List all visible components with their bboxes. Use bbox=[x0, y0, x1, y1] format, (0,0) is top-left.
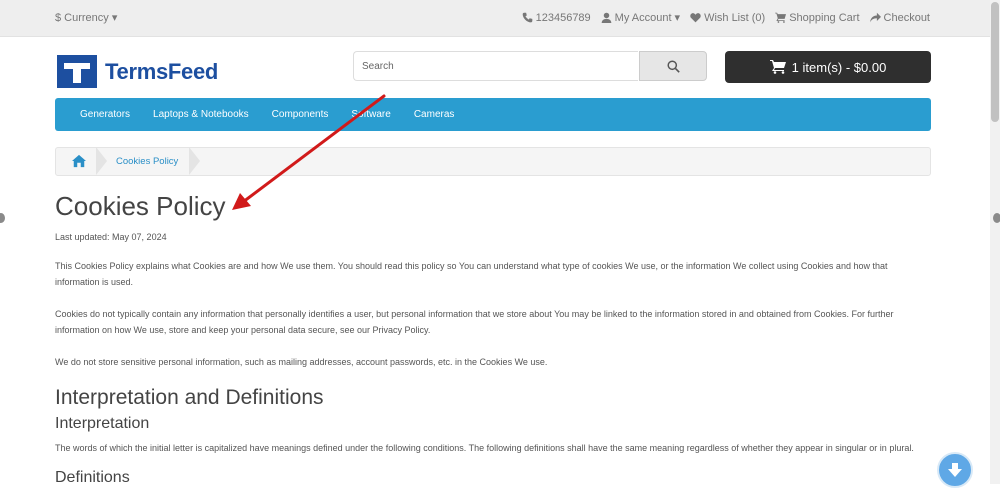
caret-down-icon: ▾ bbox=[111, 12, 118, 24]
user-icon bbox=[601, 12, 611, 23]
page-title: Cookies Policy bbox=[55, 191, 226, 221]
breadcrumb-separator bbox=[189, 147, 200, 175]
phone-icon bbox=[522, 12, 532, 23]
cart-icon bbox=[775, 12, 787, 23]
personal-info-paragraph: Cookies do not typically contain any inf… bbox=[55, 309, 894, 335]
menu-item-laptops-notebooks[interactable]: Laptops & Notebooks bbox=[141, 109, 260, 120]
caret-down-icon: ▾ bbox=[674, 12, 681, 24]
cart-button-label: 1 item(s) - $0.00 bbox=[791, 59, 887, 75]
arrow-down-icon bbox=[948, 463, 962, 477]
scroll-down-button[interactable] bbox=[937, 452, 973, 488]
phone-link[interactable]: 123456789 bbox=[522, 11, 591, 24]
menu-item-cameras[interactable]: Cameras bbox=[402, 109, 466, 120]
breadcrumb: Cookies Policy bbox=[55, 147, 931, 176]
shopping-cart-label: Shopping Cart bbox=[789, 11, 860, 24]
edge-handle-left bbox=[0, 213, 5, 223]
last-updated: Last updated: May 07, 2024 bbox=[55, 232, 167, 242]
scrollbar-thumb[interactable] bbox=[991, 2, 999, 122]
heart-icon bbox=[690, 13, 701, 23]
site-logo[interactable]: TermsFeed bbox=[57, 55, 218, 88]
search-input[interactable] bbox=[353, 51, 638, 81]
breadcrumb-separator bbox=[96, 147, 107, 175]
page-scrollbar[interactable] bbox=[990, 0, 1000, 484]
checkout-label: Checkout bbox=[883, 11, 930, 24]
page-content: Cookies Policy Last updated: May 07, 202… bbox=[55, 190, 935, 488]
main-menu: Generators Laptops & Notebooks Component… bbox=[55, 98, 931, 131]
top-links: 123456789 My Account ▾ Wish List (0) Sho… bbox=[522, 11, 930, 24]
menu-item-generators[interactable]: Generators bbox=[55, 109, 141, 120]
search-button[interactable] bbox=[639, 51, 707, 81]
edge-handle-right bbox=[993, 213, 1000, 223]
home-icon[interactable] bbox=[72, 154, 86, 168]
logo-icon bbox=[57, 55, 97, 88]
shopping-cart-link[interactable]: Shopping Cart bbox=[775, 11, 860, 24]
phone-number: 123456789 bbox=[535, 11, 591, 24]
share-icon bbox=[869, 12, 881, 23]
section-heading-interpretation-definitions: Interpretation and Definitions bbox=[55, 386, 324, 409]
cart-icon bbox=[769, 60, 786, 74]
currency-dropdown[interactable]: $ Currency ▾ bbox=[55, 11, 117, 24]
search-icon bbox=[666, 59, 680, 73]
top-bar: $ Currency ▾ 123456789 My Account ▾ Wish… bbox=[0, 0, 990, 37]
currency-label: $ Currency bbox=[55, 12, 109, 24]
intro-paragraph: This Cookies Policy explains what Cookie… bbox=[55, 261, 888, 287]
my-account-label: My Account bbox=[614, 11, 672, 24]
wishlist-link[interactable]: Wish List (0) bbox=[690, 11, 765, 24]
menu-item-components[interactable]: Components bbox=[260, 109, 340, 120]
my-account-link[interactable]: My Account ▾ bbox=[601, 11, 680, 24]
subsection-heading-definitions: Definitions bbox=[55, 469, 130, 486]
subsection-heading-interpretation: Interpretation bbox=[55, 415, 150, 432]
sensitive-info-paragraph: We do not store sensitive personal infor… bbox=[55, 357, 548, 367]
breadcrumb-cookies-policy[interactable]: Cookies Policy bbox=[116, 156, 178, 167]
search-bar bbox=[353, 51, 707, 83]
logo-text: TermsFeed bbox=[105, 58, 219, 84]
cart-button[interactable]: 1 item(s) - $0.00 bbox=[725, 51, 931, 83]
checkout-link[interactable]: Checkout bbox=[869, 11, 930, 24]
wishlist-label: Wish List (0) bbox=[704, 11, 766, 24]
interpretation-paragraph: The words of which the initial letter is… bbox=[55, 443, 914, 453]
menu-item-software[interactable]: Software bbox=[339, 109, 401, 120]
